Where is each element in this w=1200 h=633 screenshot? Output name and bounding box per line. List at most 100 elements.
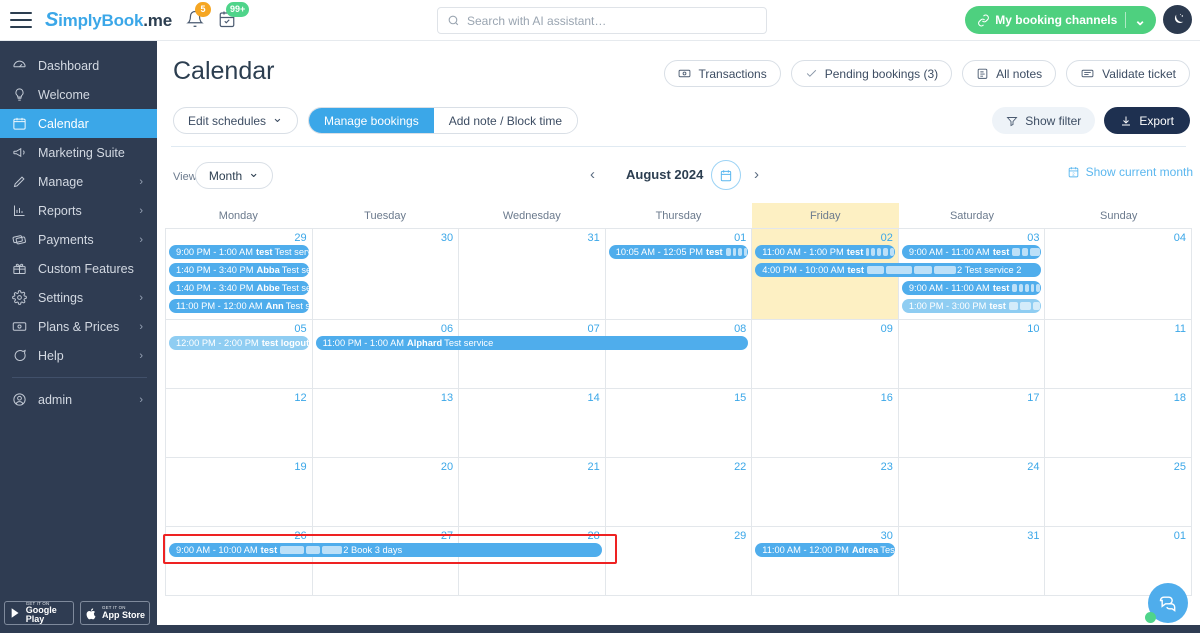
edit-schedules-button[interactable]: Edit schedules ⌄ bbox=[173, 107, 298, 134]
app-logo[interactable]: SimplyBook.me bbox=[45, 9, 172, 32]
calendar-day-cell[interactable]: 26 bbox=[166, 527, 313, 595]
calendar-event[interactable]: 11:00 PM - 1:00 AM Alphard Test service bbox=[315, 336, 749, 350]
pending-bookings-button[interactable]: Pending bookings (3) bbox=[790, 60, 953, 87]
validate-ticket-button[interactable]: Validate ticket bbox=[1066, 60, 1190, 87]
calendar-day-cell[interactable]: 31 bbox=[899, 527, 1046, 595]
calendar-event[interactable]: 1:40 PM - 3:40 PMAbba Test service bbox=[169, 263, 309, 277]
tab-manage-bookings[interactable]: Manage bookings bbox=[308, 108, 434, 133]
calendar-day-cell[interactable]: 27 bbox=[313, 527, 460, 595]
transactions-button[interactable]: Transactions bbox=[664, 60, 781, 87]
calendar-day-cell[interactable]: 14 bbox=[459, 389, 606, 457]
sidebar-item-welcome[interactable]: Welcome bbox=[0, 80, 157, 109]
calendar-event[interactable]: 9:00 PM - 1:00 AMtest Test service bbox=[169, 245, 309, 259]
calendar-day-cell[interactable]: 05 bbox=[166, 320, 313, 388]
redacted-text bbox=[1019, 302, 1031, 310]
tab-add-note-block-time[interactable]: Add note / Block time bbox=[433, 108, 578, 133]
calendar-day-cell[interactable]: 24 bbox=[899, 458, 1046, 526]
event-time: 12:00 PM - 2:00 PM bbox=[176, 338, 259, 348]
calendar-day-cell[interactable]: 30 bbox=[313, 229, 460, 319]
calendar-day-cell[interactable]: 20 bbox=[313, 458, 460, 526]
calendar-day-cell[interactable]: 19 bbox=[166, 458, 313, 526]
sidebar-item-dashboard[interactable]: Dashboard bbox=[0, 51, 157, 80]
calendar-event[interactable]: 1:00 PM - 3:00 PM test bbox=[901, 299, 1042, 313]
calendar-day-cell[interactable]: 01 bbox=[606, 229, 753, 319]
hamburger-icon[interactable] bbox=[10, 12, 32, 28]
event-time: 1:40 PM - 3:40 PM bbox=[176, 283, 254, 293]
calendar-event[interactable]: 10:05 AM - 12:05 PM test bbox=[608, 245, 749, 259]
day-number: 30 bbox=[440, 232, 454, 244]
calendar-day-cell[interactable]: 11 bbox=[1045, 320, 1193, 388]
all-notes-button[interactable]: All notes bbox=[962, 60, 1057, 87]
calendar-notifications[interactable]: 99+ bbox=[218, 2, 250, 30]
calendar-day-cell[interactable]: 08 bbox=[606, 320, 753, 388]
calendar-day-cell[interactable]: 22 bbox=[606, 458, 753, 526]
my-booking-channels-button[interactable]: My booking channels ⌄ bbox=[965, 6, 1156, 34]
calendar-day-cell[interactable]: 10 bbox=[899, 320, 1046, 388]
sidebar-item-help[interactable]: Help › bbox=[0, 341, 157, 370]
calendar-event[interactable]: 1:40 PM - 3:40 PMAbbe Test service bbox=[169, 281, 309, 295]
calendar-event[interactable]: 11:00 AM - 1:00 PM test bbox=[755, 245, 895, 259]
calendar-day-cell[interactable]: 25 bbox=[1045, 458, 1193, 526]
sidebar-item-settings[interactable]: Settings › bbox=[0, 283, 157, 312]
sidebar-item-manage[interactable]: Manage › bbox=[0, 167, 157, 196]
sidebar-item-payments[interactable]: Payments › bbox=[0, 225, 157, 254]
day-number: 30 bbox=[880, 530, 893, 542]
sidebar-item-calendar[interactable]: Calendar bbox=[0, 109, 157, 138]
sidebar-item-plans-prices[interactable]: Plans & Prices › bbox=[0, 312, 157, 341]
night-mode-toggle[interactable] bbox=[1163, 5, 1192, 34]
show-filter-button[interactable]: Show filter bbox=[992, 107, 1096, 134]
today-button[interactable] bbox=[711, 160, 741, 190]
calendar-day-cell[interactable]: 13 bbox=[313, 389, 460, 457]
top-bar: SimplyBook.me 5 99+ Search with AI assis… bbox=[0, 0, 1200, 41]
event-time: 1:00 PM - 3:00 PM bbox=[908, 301, 987, 311]
calendar-day-cell[interactable]: 23 bbox=[752, 458, 899, 526]
calendar-day-cell[interactable]: 12 bbox=[166, 389, 313, 457]
app-store-badge[interactable]: GET IT ON App Store bbox=[80, 601, 150, 625]
calendar-day-cell[interactable]: 17 bbox=[899, 389, 1046, 457]
calendar-day-cell[interactable]: 31 bbox=[459, 229, 606, 319]
calendar-event[interactable]: 12:00 PM - 2:00 PMtest logout client bbox=[169, 336, 309, 350]
next-month-button[interactable]: › bbox=[754, 166, 759, 183]
apple-icon bbox=[86, 607, 96, 619]
current-month-title: August 2024 bbox=[626, 167, 704, 182]
today-calendar-icon bbox=[720, 169, 732, 181]
search-input[interactable]: Search with AI assistant… bbox=[437, 7, 767, 34]
notifications-bell[interactable]: 5 bbox=[186, 2, 211, 30]
calendar-day-cell[interactable]: 18 bbox=[1045, 389, 1193, 457]
day-number: 01 bbox=[734, 232, 747, 244]
prev-month-button[interactable]: ‹ bbox=[590, 166, 595, 183]
calendar-event[interactable]: 11:00 AM - 12:00 PMAdrea Test service bbox=[755, 543, 895, 557]
sidebar-item-label: Reports bbox=[38, 203, 82, 218]
sidebar-item-admin[interactable]: admin › bbox=[0, 385, 157, 414]
sidebar-item-custom-features[interactable]: Custom Features bbox=[0, 254, 157, 283]
export-button[interactable]: Export bbox=[1104, 107, 1190, 134]
calendar-day-cell[interactable]: 04 bbox=[1045, 229, 1193, 319]
chevron-right-icon: › bbox=[139, 349, 143, 362]
redacted-text bbox=[732, 248, 736, 256]
calendar-day-cell[interactable]: 29 bbox=[606, 527, 753, 595]
calendar-day-cell[interactable]: 16 bbox=[752, 389, 899, 457]
calendar-event[interactable]: 9:00 AM - 10:00 AM test 2 Book 3 days bbox=[169, 543, 602, 557]
calendar-day-cell[interactable]: 06 bbox=[313, 320, 460, 388]
view-mode-select[interactable]: Month ⌄ bbox=[195, 162, 273, 189]
show-current-month-button[interactable]: 2 Show current month bbox=[1067, 165, 1193, 179]
calendar-day-cell[interactable]: 21 bbox=[459, 458, 606, 526]
calendar-event[interactable]: 4:00 PM - 10:00 AM test 2 Test service 2 bbox=[755, 263, 1042, 277]
calendar-day-cell[interactable]: 09 bbox=[752, 320, 899, 388]
export-label: Export bbox=[1139, 113, 1174, 128]
calendar-day-cell[interactable]: 30 bbox=[752, 527, 899, 595]
calendar-day-cell[interactable]: 15 bbox=[606, 389, 753, 457]
calendar-event[interactable]: 9:00 AM - 11:00 AM test bbox=[901, 245, 1042, 259]
sidebar-item-reports[interactable]: Reports › bbox=[0, 196, 157, 225]
show-filter-label: Show filter bbox=[1025, 113, 1082, 128]
divider bbox=[1125, 12, 1127, 28]
calendar-event[interactable]: 9:00 AM - 11:00 AM test bbox=[901, 281, 1042, 295]
calendar-day-cell[interactable]: 28 bbox=[459, 527, 606, 595]
sidebar-item-label: Calendar bbox=[38, 116, 89, 131]
calendar-event[interactable]: 11:00 PM - 12:00 AMAnn Test service bbox=[169, 299, 309, 313]
calendar-icon bbox=[12, 116, 32, 132]
google-play-badge[interactable]: GET IT ON Google Play bbox=[4, 601, 74, 625]
calendar-day-cell[interactable]: 07 bbox=[459, 320, 606, 388]
day-number: 13 bbox=[440, 392, 454, 404]
sidebar-item-marketing-suite[interactable]: Marketing Suite bbox=[0, 138, 157, 167]
